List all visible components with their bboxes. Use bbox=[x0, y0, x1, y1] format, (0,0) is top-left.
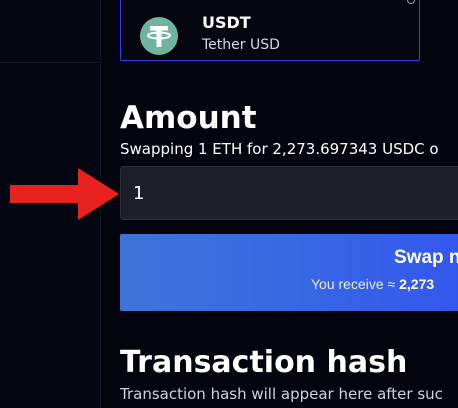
red-arrow-icon bbox=[10, 168, 119, 220]
token-card-usdt[interactable]: USDT Tether USD bbox=[120, 0, 420, 61]
swap-description: Swapping 1 ETH for 2,273.697343 USDC o bbox=[120, 140, 439, 158]
token-symbol: USDT bbox=[202, 13, 251, 32]
swap-receive-text: You receive ≈ 2,273 bbox=[311, 276, 434, 292]
swap-now-button[interactable]: Swap n You receive ≈ 2,273 bbox=[120, 234, 458, 311]
swap-button-label: Swap n bbox=[394, 247, 458, 268]
receive-prefix: You receive ≈ bbox=[311, 276, 396, 292]
receive-amount: 2,273 bbox=[399, 276, 435, 292]
left-panel-divider bbox=[0, 62, 100, 63]
amount-input[interactable] bbox=[120, 166, 458, 220]
token-name: Tether USD bbox=[202, 37, 280, 53]
transaction-hash-description: Transaction hash will appear here after … bbox=[120, 385, 443, 403]
amount-title: Amount bbox=[120, 100, 257, 136]
tether-icon bbox=[140, 17, 178, 55]
transaction-hash-title: Transaction hash bbox=[120, 345, 408, 380]
token-radio-icon[interactable] bbox=[407, 0, 415, 4]
